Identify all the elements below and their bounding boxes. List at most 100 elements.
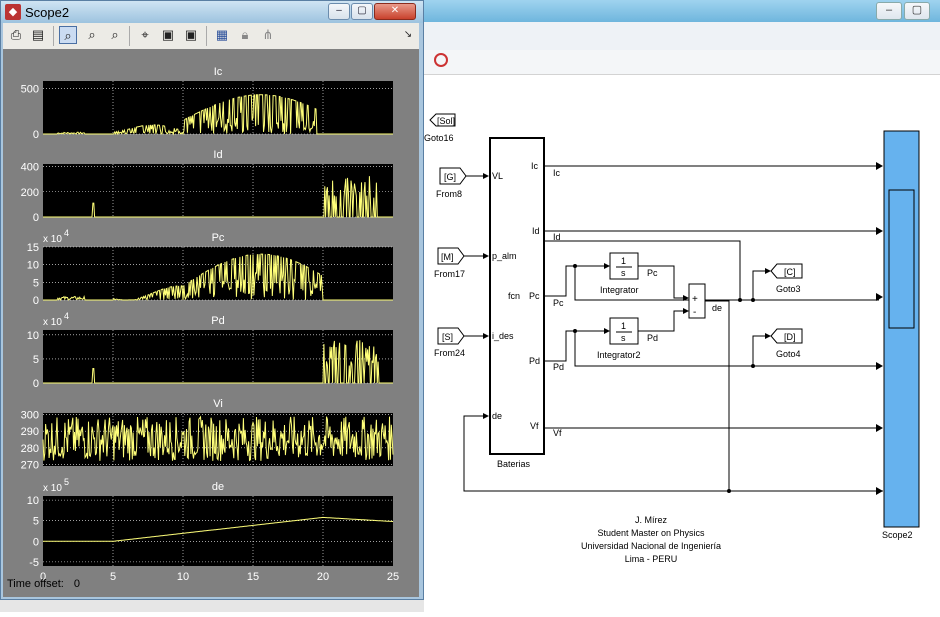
sum-block[interactable]: + -	[688, 283, 706, 319]
from17-block[interactable]: [M] From17	[434, 247, 465, 279]
from8-name: From8	[436, 189, 462, 199]
plot-title-ic: Ic	[214, 66, 223, 78]
plot-ytick-label: 10	[27, 495, 39, 507]
plot-axes-0	[43, 81, 393, 134]
port-vf: Vf	[530, 421, 539, 431]
parameters-icon[interactable]: ▤	[29, 26, 47, 44]
zoom-icon[interactable]: ⌕	[59, 26, 77, 44]
from24-block[interactable]: [S] From24	[434, 327, 465, 358]
port-id: Id	[532, 226, 540, 236]
goto4-tag: [D]	[784, 332, 796, 342]
plot-exponent-label: x 10	[43, 317, 62, 328]
plot-ytick-label: 280	[21, 443, 39, 455]
plot-ytick-label: 500	[21, 83, 39, 95]
scope-window: ◆ Scope2 – ▢ ✕ ⎙ ▤ ⌕ ⌕ ⌕ ⌖ ▣ ▣ ▦ 🔒︎ ⋔ ↘ …	[0, 0, 424, 600]
signal-selector-icon[interactable]: ⋔	[259, 26, 277, 44]
scope-toolbar: ⎙ ▤ ⌕ ⌕ ⌕ ⌖ ▣ ▣ ▦ 🔒︎ ⋔ ↘	[3, 23, 419, 50]
plot-ytick-label: 0	[33, 212, 39, 224]
minimize-icon[interactable]: –	[876, 2, 902, 20]
fcn-label: fcn	[508, 291, 520, 301]
toolbar-overflow-icon[interactable]: ↘	[399, 26, 417, 44]
autoscale-icon[interactable]: ⌖	[136, 26, 154, 44]
debug-icon[interactable]	[434, 53, 448, 67]
save-axes-icon[interactable]: ▣	[159, 26, 177, 44]
minimize-button[interactable]: –	[328, 3, 350, 20]
plot-axes-2	[43, 247, 393, 300]
signal-ic-label: Ic	[553, 168, 561, 178]
from8-block[interactable]: [G] From8	[436, 167, 467, 199]
maximize-button[interactable]: ▢	[351, 3, 373, 20]
plot-ytick-label: 5	[33, 277, 39, 289]
close-button[interactable]: ✕	[374, 3, 416, 20]
plot-exponent-power: 4	[64, 311, 69, 321]
integrator-out-label: Pc	[647, 268, 658, 278]
plot-ytick-label: 10	[27, 260, 39, 272]
time-offset-value: 0	[73, 578, 80, 590]
plot-ytick-label: 290	[21, 426, 39, 438]
integrator2-name: Integrator2	[597, 350, 641, 360]
lock-axes-icon[interactable]: 🔒︎	[236, 26, 254, 44]
floating-scope-icon[interactable]: ▦	[213, 26, 231, 44]
plot-ytick-label: 0	[33, 129, 39, 141]
zoom-y-icon[interactable]: ⌕	[106, 26, 124, 44]
toolbar-separator	[129, 26, 130, 46]
baterias-subsystem[interactable]: VL p_alm i_des de Ic Id Pc Pd Vf fcn Bat…	[489, 137, 545, 469]
print-icon[interactable]: ⎙	[7, 26, 25, 44]
plot-ytick-label: 5	[33, 354, 39, 366]
goto16-block[interactable]: [Sol] Goto16	[424, 113, 456, 143]
goto3-block[interactable]: [C] Goto3	[770, 263, 803, 294]
from8-tag: [G]	[444, 172, 456, 182]
credit-author: J. Mírez	[635, 515, 668, 525]
plot-ytick-label: 0	[33, 295, 39, 307]
integrator2-out-label: Pd	[647, 333, 658, 343]
plot-title-de: de	[212, 481, 224, 493]
credits-block: J. Mírez Student Master on Physics Unive…	[581, 515, 721, 564]
integrator2-num: 1	[621, 321, 626, 331]
from17-tag: [M]	[441, 252, 454, 262]
zoom-x-icon[interactable]: ⌕	[83, 26, 101, 44]
plot-xtick-label: 5	[110, 571, 116, 583]
integrator2-block[interactable]: 1 s Integrator2	[597, 317, 641, 360]
plot-ytick-label: 400	[21, 162, 39, 174]
model-canvas[interactable]: [Sol] Goto16 [G] From8 [M] From17 [S] Fr…	[420, 74, 940, 612]
port-pc: Pc	[529, 291, 540, 301]
port-ic: Ic	[531, 161, 539, 171]
maximize-icon[interactable]: ▢	[904, 2, 930, 20]
integrator2-den: s	[621, 333, 626, 343]
credit-role: Student Master on Physics	[597, 528, 705, 538]
from24-tag: [S]	[442, 332, 453, 342]
plot-exponent-power: 4	[64, 228, 69, 238]
scope2-name: Scope2	[882, 530, 913, 540]
port-i-des: i_des	[492, 331, 514, 341]
plot-ytick-label: 15	[27, 242, 39, 254]
integrator-den: s	[621, 268, 626, 278]
scope-title: Scope2	[25, 5, 70, 20]
goto16-tag: [Sol]	[437, 116, 455, 126]
credit-university: Universidad Nacional de Ingeniería	[581, 541, 721, 551]
goto16-name: Goto16	[424, 133, 454, 143]
plot-ytick-label: 200	[21, 187, 39, 199]
integrator-block[interactable]: 1 s Integrator	[600, 252, 639, 295]
plot-title-id: Id	[213, 149, 222, 161]
restore-axes-icon[interactable]: ▣	[182, 26, 200, 44]
plot-xtick-label: 15	[247, 571, 259, 583]
model-toolbar-secondary	[420, 50, 940, 75]
scope-plot-area: Ic 500 0 Id 400 200 0 Pc 15 10 5 0 x 10 4 Pd 10 5 0 x 10 4 V…	[3, 49, 419, 597]
from17-name: From17	[434, 269, 465, 279]
scope2-block[interactable]: Scope2	[882, 130, 920, 540]
plot-ytick-label: 0	[33, 536, 39, 548]
model-toolbar	[420, 22, 940, 51]
goto4-block[interactable]: [D] Goto4	[770, 328, 803, 359]
plot-exponent-power: 5	[64, 477, 69, 487]
goto3-name: Goto3	[776, 284, 801, 294]
plot-xtick-label: 25	[387, 571, 399, 583]
plot-title-vi: Vi	[213, 398, 223, 410]
toolbar-separator	[206, 26, 207, 46]
plot-ytick-label: 0	[33, 378, 39, 390]
from24-name: From24	[434, 348, 465, 358]
plot-axes-5	[43, 496, 393, 566]
integrator-name: Integrator	[600, 285, 639, 295]
plot-xtick-label: 10	[177, 571, 189, 583]
signal-pd-label: Pd	[553, 362, 564, 372]
signal-vf-label: Vf	[553, 428, 562, 438]
